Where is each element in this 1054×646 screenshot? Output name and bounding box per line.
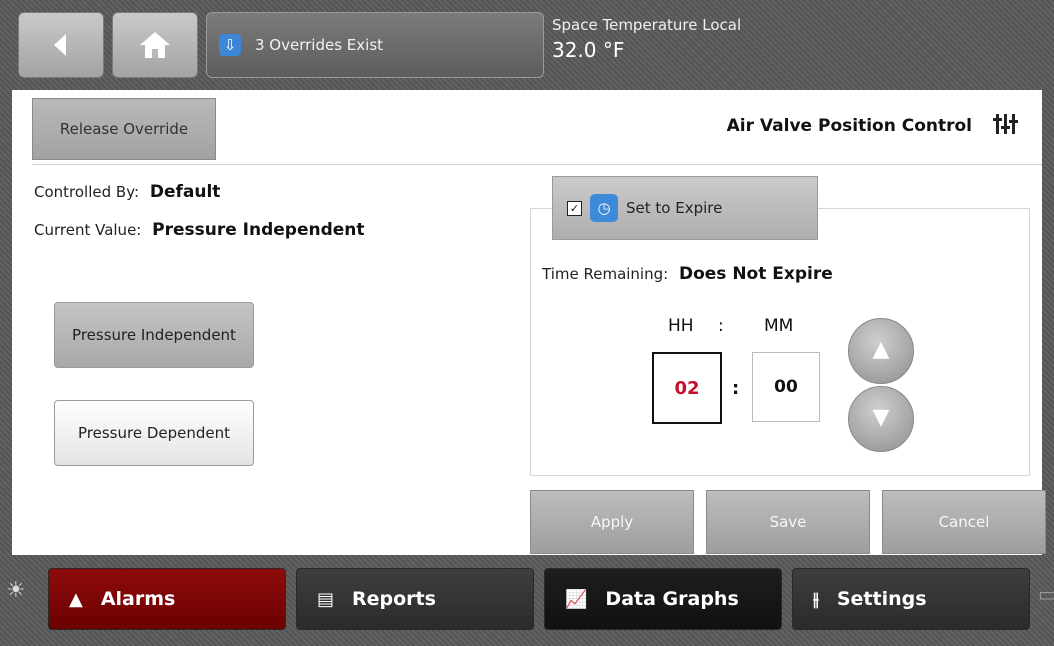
nav-tab-data-graphs[interactable]: 📈 Data Graphs xyxy=(544,568,782,630)
download-icon: ⇩ xyxy=(219,34,241,56)
controlled-by-label: Controlled By: xyxy=(34,183,140,201)
expire-group xyxy=(530,208,1030,476)
home-icon xyxy=(140,32,170,58)
increment-button[interactable]: ▲ xyxy=(848,318,914,384)
clock-icon: ◷ xyxy=(590,194,618,222)
bottom-nav: ☀ ▲ Alarms ▤ Reports 📈 Data Graphs ⫲ Set… xyxy=(0,558,1054,646)
time-separator-mid: : xyxy=(732,378,740,399)
current-value-row: Current Value: Pressure Independent xyxy=(34,220,365,240)
controlled-by-row: Controlled By: Default xyxy=(34,182,220,202)
apply-button[interactable]: Apply xyxy=(530,490,694,554)
overrides-button[interactable]: ⇩ 3 Overrides Exist xyxy=(206,12,544,78)
header-divider xyxy=(32,164,1042,165)
sun-icon[interactable]: ☀ xyxy=(6,578,26,603)
chat-icon[interactable]: ▭ xyxy=(1038,582,1054,606)
back-icon xyxy=(54,34,66,56)
app-frame: ⇩ 3 Overrides Exist Space Temperature Lo… xyxy=(0,0,1054,646)
chevron-up-icon: ▲ xyxy=(872,337,890,362)
settings-icon: ⫲ xyxy=(813,588,819,610)
option-pressure-independent[interactable]: Pressure Independent xyxy=(54,302,254,368)
nav-tab-graphs-label: Data Graphs xyxy=(605,588,739,610)
main-panel: Release Override Air Valve Position Cont… xyxy=(12,90,1046,555)
time-separator: : xyxy=(718,316,724,336)
expire-checkbox[interactable]: ✓ xyxy=(567,200,582,216)
set-to-expire-button[interactable]: ✓ ◷ Set to Expire xyxy=(552,176,818,240)
chart-icon: 📈 xyxy=(565,588,588,610)
sliders-icon xyxy=(992,112,1020,142)
overrides-label: 3 Overrides Exist xyxy=(255,36,384,54)
time-remaining-row: Time Remaining: Does Not Expire xyxy=(542,264,833,284)
time-remaining-value: Does Not Expire xyxy=(678,264,833,284)
chevron-down-icon: ▼ xyxy=(872,405,890,430)
bell-icon: ▲ xyxy=(69,588,83,610)
back-button[interactable] xyxy=(18,12,104,78)
top-bar: ⇩ 3 Overrides Exist Space Temperature Lo… xyxy=(0,0,1054,90)
temperature-value: 32.0 °F xyxy=(552,38,625,62)
hours-field[interactable]: 02 xyxy=(652,352,722,424)
save-button[interactable]: Save xyxy=(706,490,870,554)
home-button[interactable] xyxy=(112,12,198,78)
document-icon: ▤ xyxy=(317,588,335,610)
time-remaining-label: Time Remaining: xyxy=(542,265,669,283)
nav-tab-reports-label: Reports xyxy=(352,588,436,610)
expire-label: Set to Expire xyxy=(626,199,723,217)
cancel-button[interactable]: Cancel xyxy=(882,490,1046,554)
minutes-field[interactable]: 00 xyxy=(752,352,820,422)
minutes-label: MM xyxy=(764,316,794,336)
nav-tab-settings[interactable]: ⫲ Settings xyxy=(792,568,1030,630)
controlled-by-value: Default xyxy=(149,182,221,202)
temperature-label: Space Temperature Local xyxy=(552,16,742,34)
release-override-button[interactable]: Release Override xyxy=(32,98,216,160)
nav-tab-alarms-label: Alarms xyxy=(100,588,176,610)
current-value: Pressure Independent xyxy=(152,220,365,240)
nav-tab-alarms[interactable]: ▲ Alarms xyxy=(48,568,286,630)
nav-tab-reports[interactable]: ▤ Reports xyxy=(296,568,534,630)
current-value-label: Current Value: xyxy=(34,221,142,239)
decrement-button[interactable]: ▼ xyxy=(848,386,914,452)
page-title: Air Valve Position Control xyxy=(726,116,972,136)
nav-tab-settings-label: Settings xyxy=(836,588,927,610)
hours-label: HH xyxy=(668,316,694,336)
option-pressure-dependent[interactable]: Pressure Dependent xyxy=(54,400,254,466)
